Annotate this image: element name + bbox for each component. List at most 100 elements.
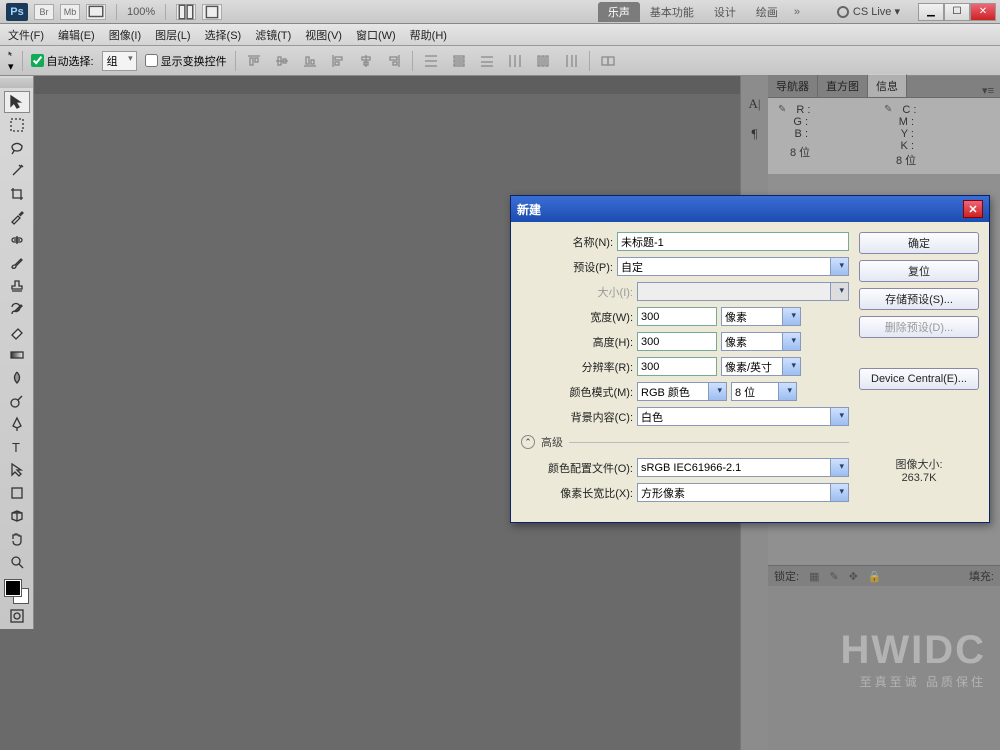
zoom-tool[interactable]	[4, 551, 30, 573]
ps-logo: Ps	[6, 3, 28, 21]
align-bottom-icon[interactable]	[300, 51, 320, 71]
width-label: 宽度(W):	[541, 309, 633, 325]
device-central-button[interactable]: Device Central(E)...	[859, 368, 979, 390]
move-tool[interactable]	[4, 91, 30, 113]
height-input[interactable]	[637, 332, 717, 351]
toolbox: T	[0, 76, 34, 629]
character-panel-icon[interactable]: A|	[749, 96, 761, 112]
tab-navigator[interactable]: 导航器	[768, 75, 818, 97]
marquee-tool[interactable]	[4, 114, 30, 136]
name-input[interactable]	[617, 232, 849, 251]
history-brush-tool[interactable]	[4, 298, 30, 320]
save-preset-button[interactable]: 存储预设(S)...	[859, 288, 979, 310]
align-vcenter-icon[interactable]	[272, 51, 292, 71]
profile-select[interactable]: sRGB IEC61966-2.1	[637, 458, 849, 477]
workspace-item[interactable]: 设计	[704, 2, 746, 22]
eyedropper-tool[interactable]	[4, 206, 30, 228]
minibridge-button[interactable]: Mb	[60, 4, 80, 20]
lock-position-icon[interactable]: ✥	[849, 570, 858, 583]
crop-tool[interactable]	[4, 183, 30, 205]
height-unit-select[interactable]: 像素	[721, 332, 801, 351]
extras-button[interactable]	[202, 4, 222, 20]
heal-tool[interactable]	[4, 229, 30, 251]
dodge-tool[interactable]	[4, 390, 30, 412]
width-input[interactable]	[637, 307, 717, 326]
resolution-input[interactable]	[637, 357, 717, 376]
maximize-button[interactable]: ☐	[944, 3, 970, 21]
align-left-icon[interactable]	[328, 51, 348, 71]
arrange-button[interactable]	[176, 4, 196, 20]
brush-tool[interactable]	[4, 252, 30, 274]
align-hcenter-icon[interactable]	[356, 51, 376, 71]
screen-mode-button[interactable]	[86, 4, 106, 20]
lock-pixels-icon[interactable]: ✎	[829, 570, 838, 583]
auto-select-checkbox[interactable]: 自动选择:	[31, 53, 94, 69]
gradient-tool[interactable]	[4, 344, 30, 366]
zoom-level[interactable]: 100%	[127, 6, 155, 18]
distribute-left-icon[interactable]	[505, 51, 525, 71]
dialog-titlebar[interactable]: 新建 ✕	[511, 196, 989, 222]
align-top-icon[interactable]	[244, 51, 264, 71]
menu-file[interactable]: 文件(F)	[8, 27, 44, 43]
workspace-item[interactable]: 基本功能	[640, 2, 704, 22]
auto-select-target[interactable]: 组	[102, 51, 137, 71]
eraser-tool[interactable]	[4, 321, 30, 343]
cslive-button[interactable]: CS Live ▾	[837, 5, 900, 18]
paragraph-panel-icon[interactable]: ¶	[752, 126, 758, 142]
lasso-tool[interactable]	[4, 137, 30, 159]
size-select	[637, 282, 849, 301]
pen-tool[interactable]	[4, 413, 30, 435]
workspace-item[interactable]: 乐声	[598, 2, 640, 22]
shape-tool[interactable]	[4, 482, 30, 504]
3d-tool[interactable]	[4, 505, 30, 527]
menu-edit[interactable]: 编辑(E)	[58, 27, 95, 43]
lock-all-icon[interactable]: 🔒	[868, 570, 882, 583]
auto-align-icon[interactable]	[598, 51, 618, 71]
width-unit-select[interactable]: 像素	[721, 307, 801, 326]
aspect-label: 像素长宽比(X):	[521, 485, 633, 501]
minimize-button[interactable]: ▁	[918, 3, 944, 21]
menu-select[interactable]: 选择(S)	[205, 27, 242, 43]
toolbox-grip[interactable]	[0, 78, 33, 88]
path-select-tool[interactable]	[4, 459, 30, 481]
lock-transparent-icon[interactable]: ▦	[809, 570, 819, 583]
color-swatches[interactable]	[5, 580, 29, 604]
distribute-right-icon[interactable]	[561, 51, 581, 71]
bitdepth-select[interactable]: 8 位	[731, 382, 797, 401]
panel-menu-icon[interactable]: ▾≡	[976, 84, 1000, 97]
wand-tool[interactable]	[4, 160, 30, 182]
type-tool[interactable]: T	[4, 436, 30, 458]
ok-button[interactable]: 确定	[859, 232, 979, 254]
hand-tool[interactable]	[4, 528, 30, 550]
app-bar: Ps Br Mb 100% 乐声 基本功能 设计 绘画 » CS Live ▾ …	[0, 0, 1000, 24]
workspace-item[interactable]: 绘画	[746, 2, 788, 22]
menu-window[interactable]: 窗口(W)	[356, 27, 396, 43]
menu-image[interactable]: 图像(I)	[109, 27, 141, 43]
resolution-unit-select[interactable]: 像素/英寸	[721, 357, 801, 376]
quickmask-tool[interactable]	[4, 605, 30, 627]
preset-select[interactable]: 自定	[617, 257, 849, 276]
distribute-hcenter-icon[interactable]	[533, 51, 553, 71]
distribute-vcenter-icon[interactable]	[449, 51, 469, 71]
advanced-toggle[interactable]: ⌃	[521, 435, 535, 449]
background-select[interactable]: 白色	[637, 407, 849, 426]
menu-view[interactable]: 视图(V)	[305, 27, 342, 43]
reset-button[interactable]: 复位	[859, 260, 979, 282]
distribute-top-icon[interactable]	[421, 51, 441, 71]
distribute-bottom-icon[interactable]	[477, 51, 497, 71]
blur-tool[interactable]	[4, 367, 30, 389]
tab-histogram[interactable]: 直方图	[818, 75, 868, 97]
show-transform-checkbox[interactable]: 显示变换控件	[145, 53, 227, 69]
bridge-button[interactable]: Br	[34, 4, 54, 20]
tab-info[interactable]: 信息	[868, 74, 907, 97]
colormode-select[interactable]: RGB 颜色	[637, 382, 727, 401]
close-button[interactable]: ✕	[970, 3, 996, 21]
align-right-icon[interactable]	[384, 51, 404, 71]
menu-filter[interactable]: 滤镜(T)	[255, 27, 291, 43]
aspect-select[interactable]: 方形像素	[637, 483, 849, 502]
dialog-close-button[interactable]: ✕	[963, 200, 983, 218]
stamp-tool[interactable]	[4, 275, 30, 297]
menu-help[interactable]: 帮助(H)	[410, 27, 447, 43]
workspace-more-icon[interactable]: »	[794, 6, 800, 18]
menu-layer[interactable]: 图层(L)	[155, 27, 190, 43]
